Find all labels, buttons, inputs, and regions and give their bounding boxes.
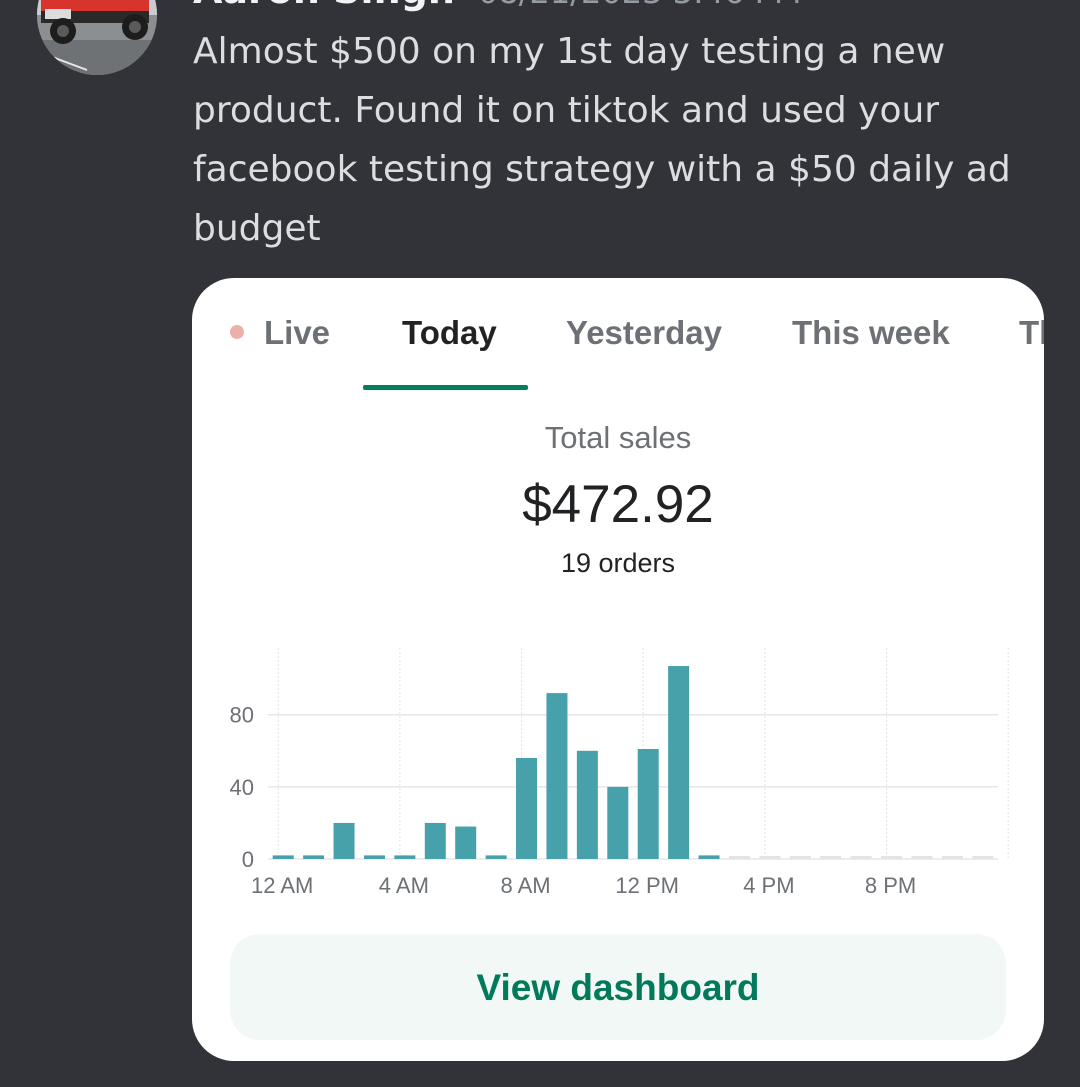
message-content: Almost $500 on my 1st day testing a new … [193, 31, 1011, 249]
chart-bar [303, 855, 325, 859]
chart-bar [607, 786, 629, 859]
chart-bar-empty [728, 856, 750, 859]
red-truck-avatar-image [37, 0, 157, 75]
chart-bar-empty [759, 856, 781, 859]
chart-bar-empty [820, 856, 842, 859]
view-dashboard-button[interactable]: View dashboard [230, 934, 1006, 1040]
message-header: Aaron Singh 08/21/2023 3:46 PM [193, 0, 802, 12]
message-timestamp: 08/21/2023 3:46 PM [478, 0, 802, 11]
chart-bar-empty [911, 856, 933, 859]
chart-bar-empty [881, 856, 903, 859]
chart-bar-empty [941, 856, 963, 859]
chart-bar [272, 855, 294, 859]
author-name[interactable]: Aaron Singh [193, 0, 455, 12]
chart-bar [424, 822, 446, 859]
chart-bar [637, 748, 659, 859]
sales-embed-card: Live Today Yesterday This week Th Total … [192, 278, 1044, 1061]
chart-bar-empty [850, 856, 872, 859]
chart-bar [516, 758, 538, 859]
x-tick-label: 8 AM [500, 873, 550, 898]
x-tick-label: 8 PM [865, 873, 916, 898]
x-tick-label: 12 AM [251, 873, 313, 898]
chart-bar [668, 666, 690, 859]
chart-bar [394, 855, 416, 859]
y-tick-label: 80 [230, 703, 254, 728]
chart-bar [485, 855, 507, 859]
discord-message: Aaron Singh 08/21/2023 3:46 PM Almost $5… [0, 0, 1080, 1087]
x-tick-label: 4 PM [743, 873, 794, 898]
y-tick-label: 0 [242, 847, 254, 872]
x-tick-label: 4 AM [379, 873, 429, 898]
chart-bar [363, 855, 385, 859]
y-tick-label: 40 [230, 775, 254, 800]
chart-bar [546, 693, 568, 859]
chart-bar-empty [789, 856, 811, 859]
chart-bar [576, 750, 598, 859]
x-tick-label: 12 PM [615, 873, 679, 898]
chart-bar [698, 855, 720, 859]
chart-bar [455, 826, 477, 859]
chart-bar-empty [972, 856, 994, 859]
hourly-sales-bar-chart: 0 40 80 12 AM 4 AM 8 AM 12 PM 4 PM 8 PM [230, 648, 1009, 898]
user-avatar[interactable] [37, 0, 157, 75]
chart-bar [333, 822, 355, 859]
